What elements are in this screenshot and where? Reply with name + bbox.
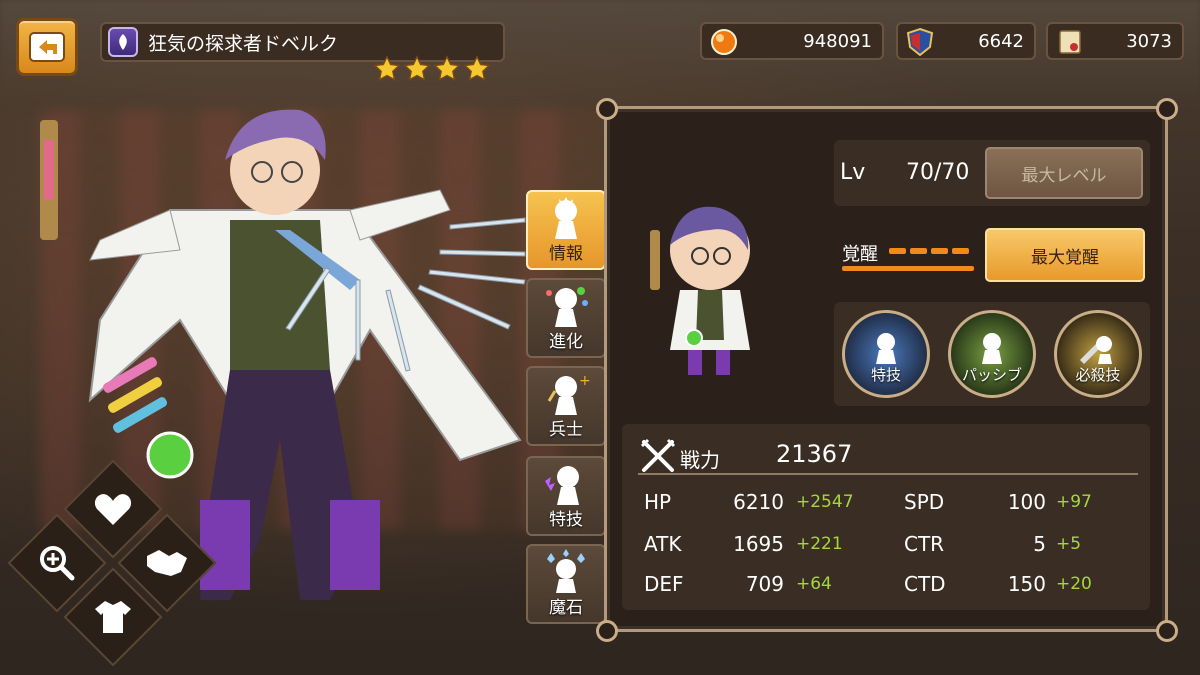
zoom-in-icon: [40, 546, 75, 581]
stat-value: 1695: [733, 532, 784, 556]
scroll-count: 3073: [1126, 30, 1172, 52]
stat-bonus: +97: [1056, 492, 1092, 512]
tab-soldier[interactable]: + 兵士: [526, 366, 606, 446]
max-level-button[interactable]: 最大レベル: [985, 147, 1143, 199]
skill-ultimate-button[interactable]: 必殺技: [1054, 310, 1142, 398]
star-icon: [373, 55, 401, 81]
evolution-chibi-icon: [546, 287, 588, 327]
panel-corner-ornament: [596, 620, 618, 642]
star-icon: [433, 55, 461, 81]
resource-scroll: 3073: [1046, 22, 1184, 60]
level-label: Lv: [840, 160, 866, 185]
svg-text:+: +: [579, 373, 591, 389]
passive-skill-chibi-icon: [982, 333, 1002, 364]
panel-corner-ornament: [596, 98, 618, 120]
max-awaken-button[interactable]: 最大覚醒: [985, 228, 1145, 282]
soldier-chibi-icon: +: [547, 373, 591, 415]
character-chibi-portrait: [650, 206, 750, 375]
return-arrow-icon: [29, 32, 65, 62]
tab-skill[interactable]: 特技: [526, 456, 606, 536]
stat-name: CTR: [904, 532, 945, 556]
stat-value: 150: [1007, 572, 1046, 596]
character-name: 狂気の探求者ドベルク: [148, 32, 339, 55]
stat-bonus: +64: [796, 574, 832, 594]
star-icon: [463, 55, 491, 81]
shirt-icon: [95, 601, 131, 633]
stat-bonus: +221: [796, 534, 843, 554]
stat-name: CTD: [904, 572, 946, 596]
rarity-stars: [373, 55, 491, 83]
star-icon: [403, 55, 431, 81]
handshake-icon: [147, 550, 187, 576]
stat-name: SPD: [904, 490, 945, 514]
panel-corner-ornament: [1156, 620, 1178, 642]
awaken-segment: [931, 248, 948, 254]
info-chibi-icon: [555, 197, 577, 239]
awaken-segment: [889, 248, 906, 254]
combat-power-value: 21367: [776, 440, 853, 468]
resource-gems: 948091: [700, 22, 884, 60]
awaken-segment: [952, 248, 969, 254]
skill-special-button[interactable]: 特技: [842, 310, 930, 398]
awaken-label: 覚醒: [842, 244, 878, 265]
heart-icon: [94, 494, 132, 525]
stat-name: DEF: [644, 572, 684, 596]
magic-stone-chibi-icon: [547, 549, 585, 593]
stat-name: ATK: [644, 532, 682, 556]
gem-count: 948091: [803, 30, 872, 52]
tab-evolution[interactable]: 進化: [526, 278, 606, 358]
skill-passive-button[interactable]: パッシブ: [948, 310, 1036, 398]
panel-corner-ornament: [1156, 98, 1178, 120]
back-button[interactable]: [16, 18, 78, 76]
awaken-progress: [889, 248, 969, 254]
crossed-swords-icon: [640, 438, 676, 472]
stat-value: 6210: [733, 490, 784, 514]
crest-count: 6642: [978, 30, 1024, 52]
skill-chibi-icon: [545, 466, 579, 505]
stat-value: 709: [745, 572, 784, 596]
stat-name: HP: [644, 490, 672, 514]
stat-value: 5: [1033, 532, 1046, 556]
resource-crest: 6642: [896, 22, 1036, 60]
combat-power-label: 戦力: [680, 448, 720, 472]
awaken-segment: [910, 248, 927, 254]
awaken-underline: [842, 266, 974, 271]
ultimate-skill-sword-icon: [1080, 336, 1112, 364]
orange-gem-icon: [711, 29, 737, 55]
stat-value: 100: [1007, 490, 1046, 514]
crest-shield-icon: [906, 27, 934, 57]
stat-bonus: +2547: [796, 492, 854, 512]
special-skill-chibi-icon: [876, 333, 896, 364]
stat-bonus: +5: [1056, 534, 1082, 554]
level-value: 70/70: [906, 160, 970, 185]
tab-info[interactable]: 情報: [526, 190, 626, 270]
stat-bonus: +20: [1056, 574, 1092, 594]
character-class-emblem-icon: [108, 27, 138, 57]
scroll-icon: [1059, 30, 1081, 54]
tab-magic-stone[interactable]: 魔石: [526, 544, 606, 624]
stats-divider: [638, 473, 1138, 475]
